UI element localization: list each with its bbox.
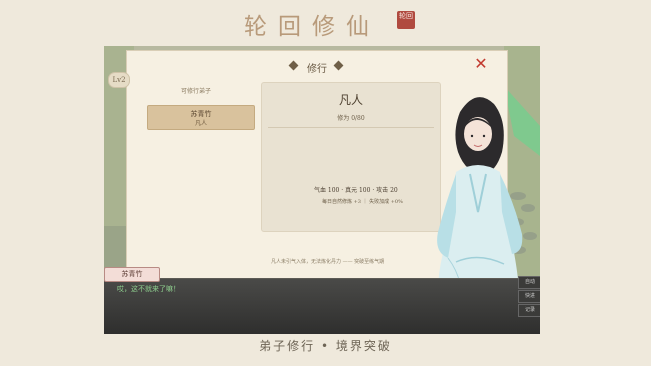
disciple-realm: 凡人: [194, 120, 207, 127]
seal-logo: 轮回: [397, 11, 415, 29]
speaker-name-tag: 苏青竹: [104, 267, 160, 282]
list-item[interactable]: 苏青竹 凡人: [147, 105, 255, 130]
caption: 弟子修行 • 境界突破: [259, 339, 392, 353]
diamond-ornament-right-icon: [333, 60, 344, 71]
disciple-list-header: 可修行弟子: [180, 88, 211, 95]
panel-title: 修行: [307, 64, 327, 75]
game-frame: 修行 ✕ 可修行弟子 苏青竹 凡人 凡人 修为 0/80 气血 100 · 真元…: [104, 46, 540, 334]
app-title: 轮回修仙: [244, 14, 380, 40]
divider: [268, 127, 434, 128]
realm-name: 凡人: [338, 93, 363, 107]
log-button[interactable]: 记录: [518, 304, 540, 317]
title-bar: 轮回修仙 轮回: [0, 0, 651, 44]
realm-description: 凡人未引气入体，无法炼化丹力 —— 突破至练气期: [271, 259, 385, 265]
cultivation-progress: 修为 0/80: [337, 115, 365, 122]
diamond-ornament-left-icon: [288, 60, 299, 71]
realm-card: 凡人 修为 0/80 气血 100 · 真元 100 · 攻击 20 每日自然修…: [261, 82, 441, 232]
dialogue-text: 哎，这不就来了嘛！: [117, 285, 180, 293]
close-icon[interactable]: ✕: [473, 56, 489, 72]
stats-row: 气血 100 · 真元 100 · 攻击 20: [314, 187, 398, 194]
level-badge[interactable]: Lv2: [108, 72, 130, 88]
panel-header: 修行 ✕: [127, 51, 507, 79]
rates-row: 每日自然修炼 +3 ｜ 失败加成 +0%: [322, 199, 403, 205]
skip-button[interactable]: 快进: [518, 290, 540, 303]
auto-button[interactable]: 自动: [518, 276, 540, 289]
disciple-list: 可修行弟子 苏青竹 凡人: [137, 81, 255, 291]
